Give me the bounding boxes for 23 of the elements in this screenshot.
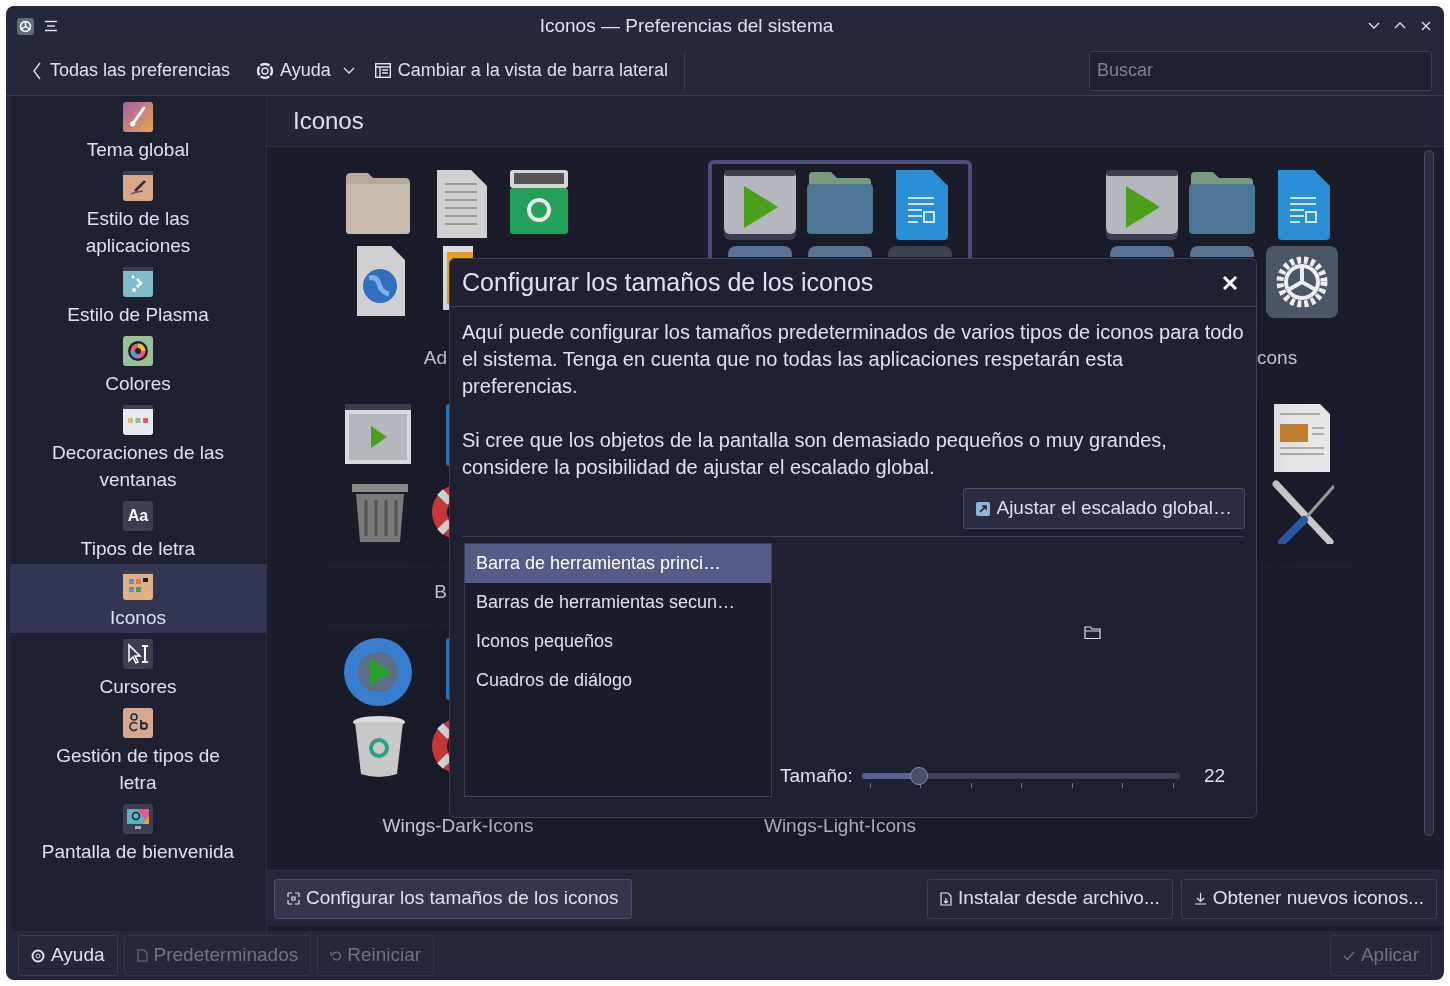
theme-label: cons — [1257, 347, 1298, 368]
dialog-paragraph: Aquí puede configurar los tamaños predeterminados de varios tipos de iconos para todo el sistema. Tenga en cuenta que no todas las aplicaciones respetarán esta preferencias. — [462, 320, 1244, 399]
sidebar-label: Decoraciones de las ventanas — [50, 441, 226, 492]
sidebar-label: Cursores — [99, 675, 177, 699]
theme-label: Wings-Light-Icons — [763, 815, 917, 836]
theme-label: B — [434, 581, 447, 602]
sidebar-label: Colores — [105, 372, 171, 396]
sidebar-label: Estilo de las aplicaciones — [84, 207, 192, 258]
dialog-paragraph: Si cree que los objetos de la pantalla son demasiado pequeños o muy grandes, considere la posibilidad de ajustar el escalado global. — [462, 428, 1168, 480]
sidebar-label: Gestión de tipos de letra — [55, 744, 221, 795]
size-value: 22 — [1203, 763, 1225, 788]
sidebar-label: Tipos de letra — [80, 537, 196, 561]
page-title: Iconos — [293, 106, 364, 136]
theme-label: Ad — [423, 347, 447, 368]
window-title: Iconos — Preferencias del sistema — [538, 13, 835, 38]
size-label: Tamaño: — [780, 763, 853, 788]
sidebar-label: Pantalla de bienvenida — [41, 840, 235, 864]
dialog-title: Configurar los tamaños de los iconos — [462, 266, 875, 298]
sidebar-label: Tema global — [86, 138, 190, 162]
sidebar-label: Estilo de Plasma — [67, 303, 209, 327]
sidebar-label: Iconos — [110, 606, 166, 630]
theme-label: Wings-Dark-Icons — [382, 815, 534, 836]
font-icon: Aa — [123, 501, 153, 531]
